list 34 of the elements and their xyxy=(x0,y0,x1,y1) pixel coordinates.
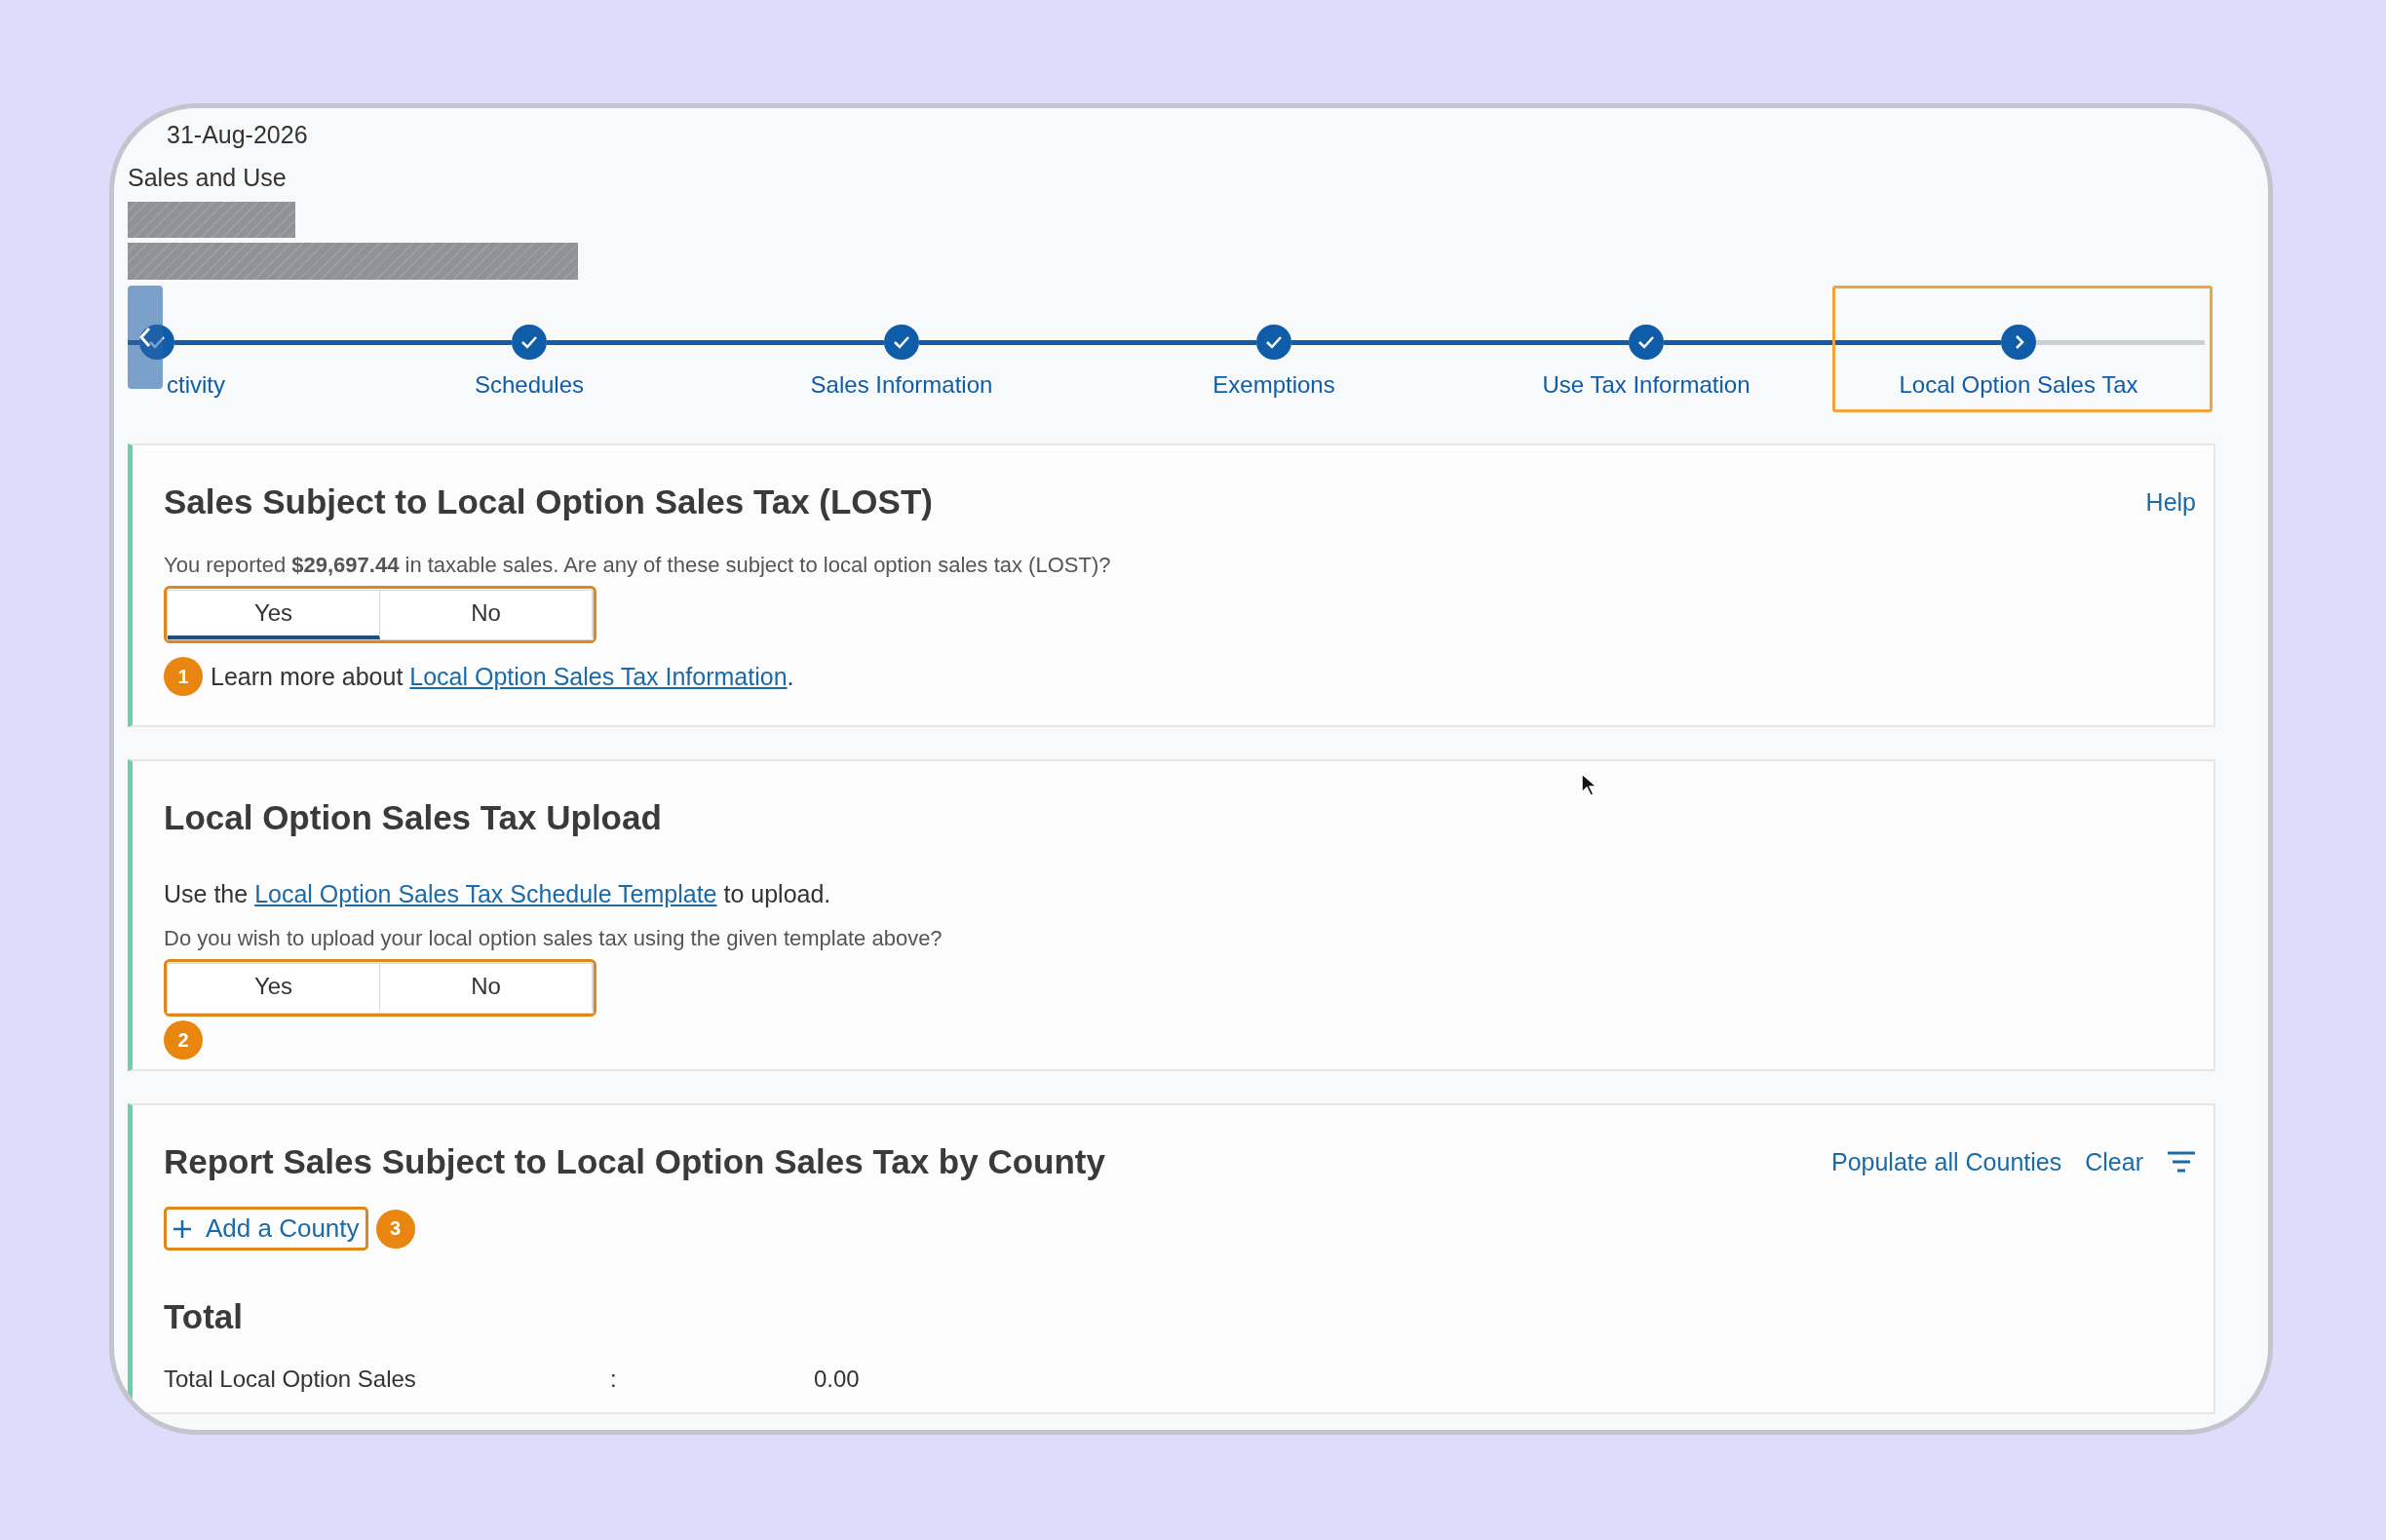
step-label[interactable]: Exemptions xyxy=(1212,371,1335,398)
info-link[interactable]: Local Option Sales Tax Information xyxy=(409,662,788,690)
step-label[interactable]: ctivity xyxy=(167,371,225,398)
step-label[interactable]: Sales Information xyxy=(810,371,993,398)
question-text: You reported $29,697.44 in taxable sales. Are any of these subject to local option sales tax (LOST)? xyxy=(164,553,1112,578)
step-label[interactable]: Schedules xyxy=(474,371,585,398)
chevron-left-icon xyxy=(137,326,153,349)
total-label: Total Local Option Sales xyxy=(164,1366,417,1393)
section-title: Sales Subject to Local Option Sales Tax (LOST) xyxy=(164,481,933,522)
section-title: Report Sales Subject to Local Option Sales Tax by County xyxy=(164,1141,1105,1182)
step-badge: 3 xyxy=(375,1209,415,1249)
template-text: Use the Local Option Sales Tax Schedule Template to upload. xyxy=(164,880,832,908)
separator-text: : xyxy=(610,1366,618,1393)
toggle-option[interactable]: Yes xyxy=(168,591,380,639)
question-text: Do you wish to upload your local option sales tax using the given template above? xyxy=(164,926,943,951)
cursor-icon xyxy=(1581,773,1597,796)
info-text: Learn more about Local Option Sales Tax Information. xyxy=(211,662,794,691)
filing-date: 31-Aug-2026 xyxy=(166,120,309,150)
step-badge: 1 xyxy=(164,657,203,696)
tax-type-label: Sales and Use xyxy=(128,163,288,193)
template-link[interactable]: Local Option Sales Tax Schedule Template xyxy=(254,880,717,907)
step-label[interactable]: Use Tax Information xyxy=(1542,371,1751,398)
filter-icon[interactable] xyxy=(2167,1151,2196,1173)
step-label[interactable]: Local Option Sales Tax xyxy=(1899,371,2138,398)
plus-icon xyxy=(173,1218,192,1239)
help-link[interactable]: Help xyxy=(2145,487,2196,517)
section-title: Total xyxy=(164,1296,244,1337)
action-link[interactable]: Populate all Counties xyxy=(1830,1147,2062,1176)
action-link[interactable]: Clear xyxy=(2085,1147,2143,1176)
total-value: 0.00 xyxy=(814,1366,861,1393)
section-title: Local Option Sales Tax Upload xyxy=(164,797,663,838)
step-badge: 2 xyxy=(164,1020,203,1059)
back-button[interactable] xyxy=(128,286,163,389)
add-county-button[interactable]: Add a County xyxy=(164,1207,368,1251)
